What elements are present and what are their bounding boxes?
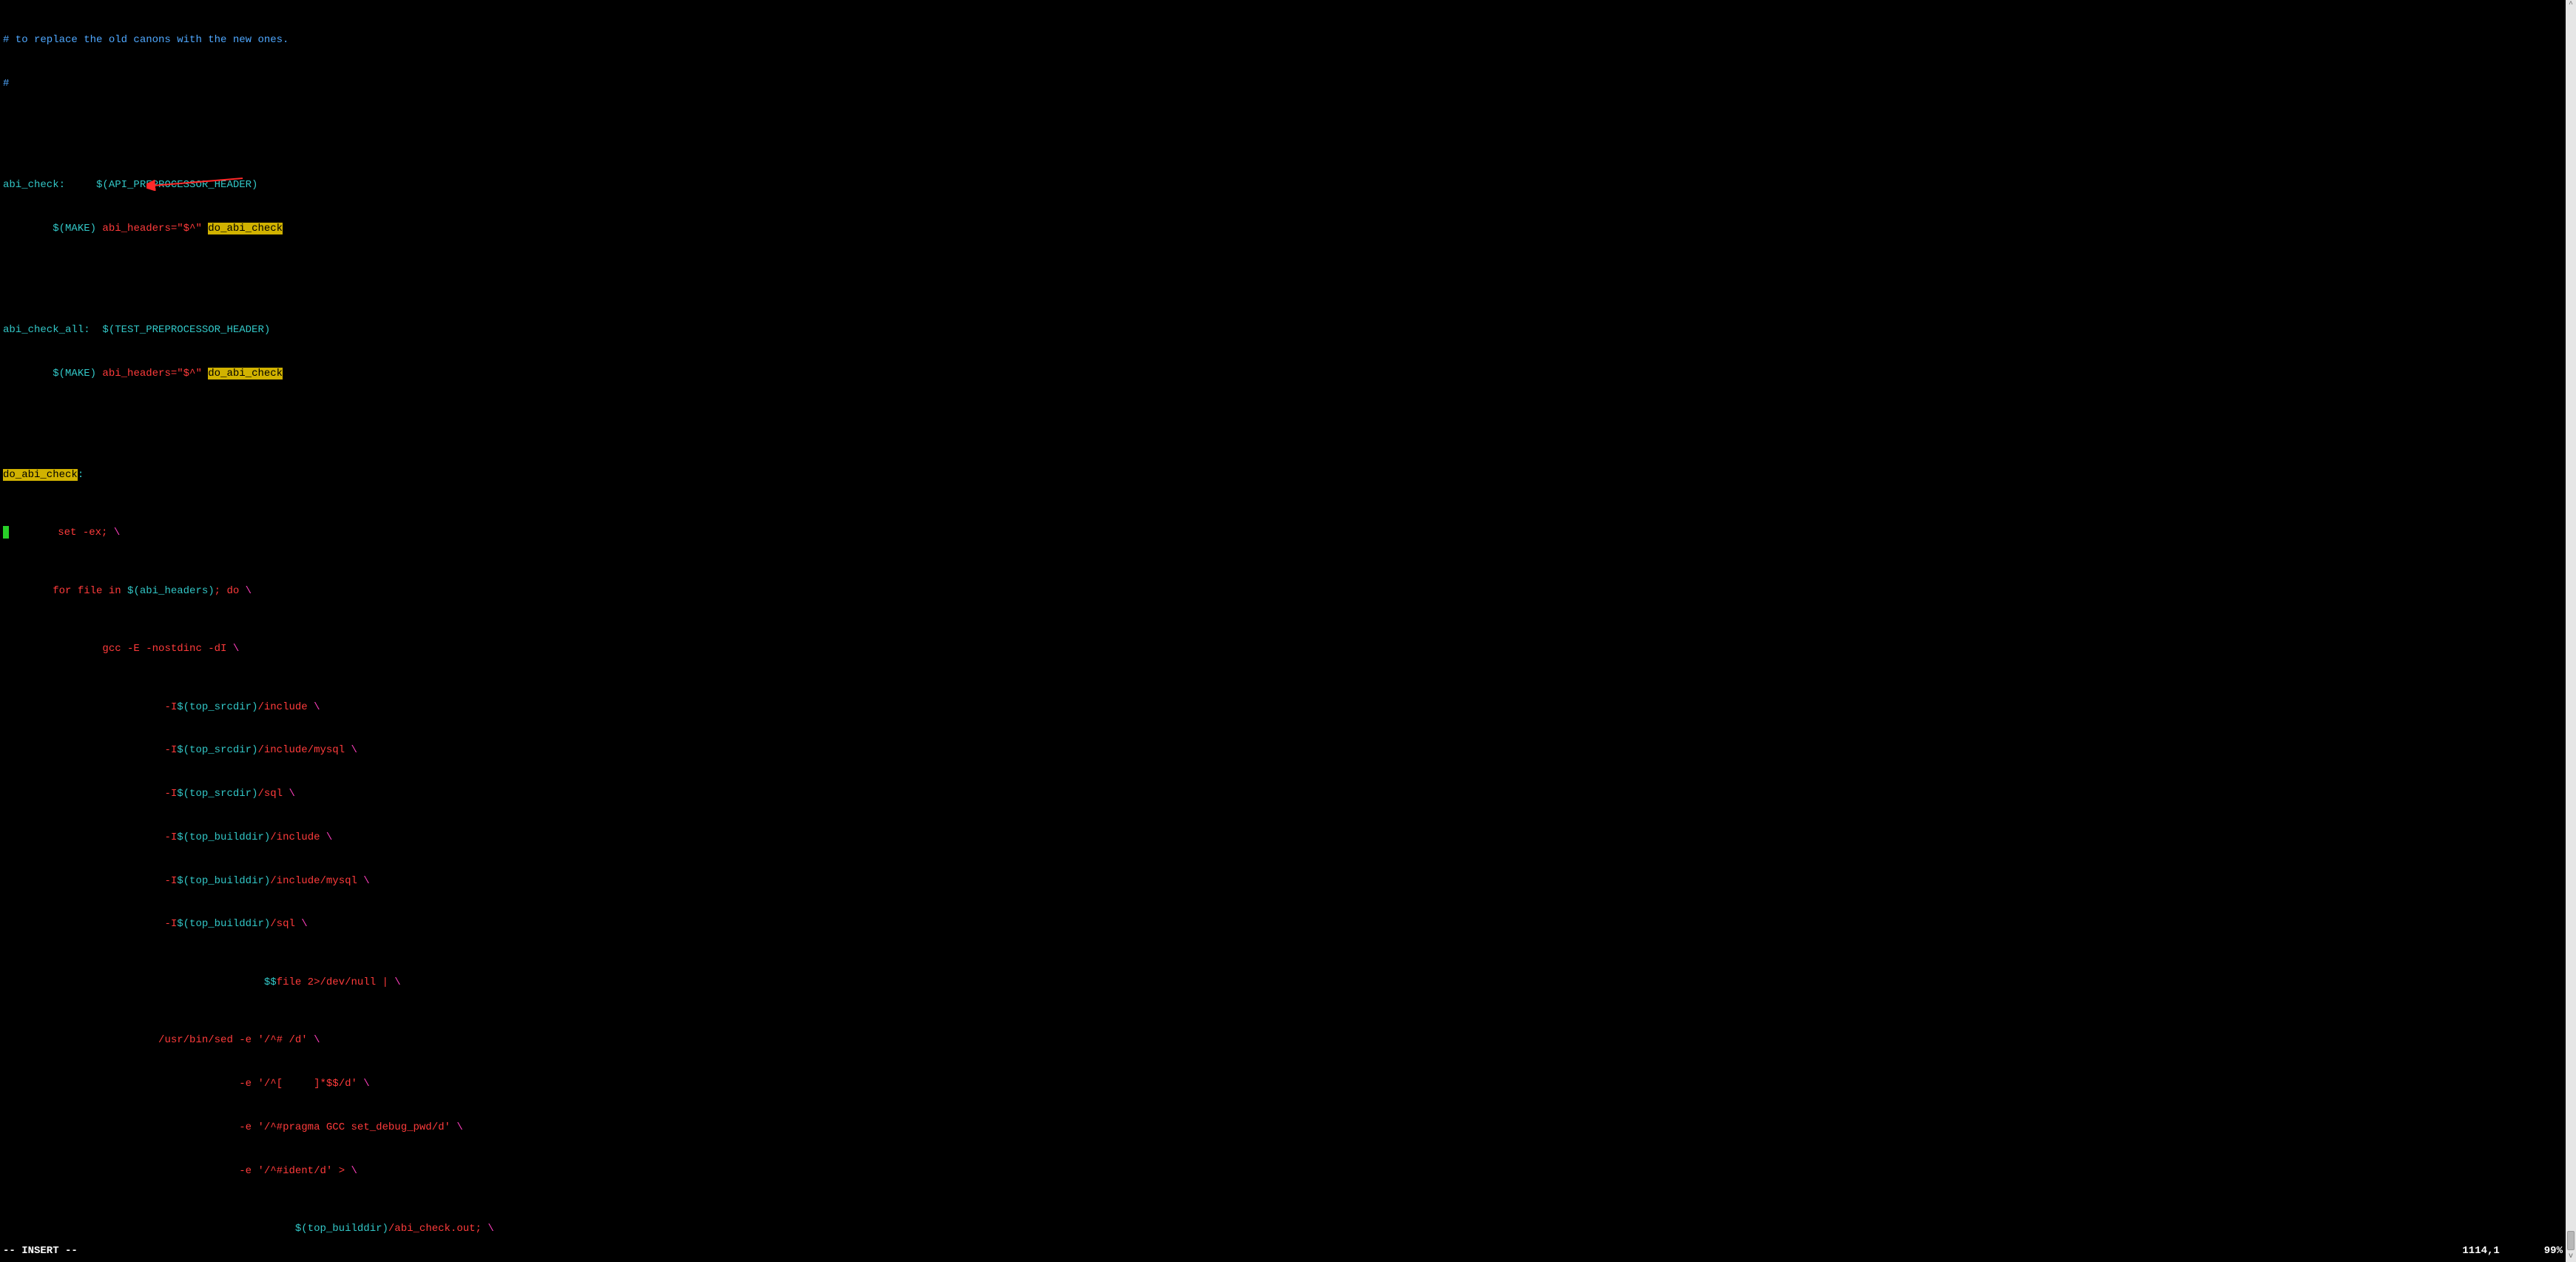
indent <box>3 788 164 800</box>
include-path: /include/mysql <box>270 875 357 887</box>
include-flag: -I <box>164 788 177 800</box>
line-continuation: \ <box>295 918 308 930</box>
out-path: /abi_check.out; <box>388 1223 482 1235</box>
line-continuation: \ <box>357 875 370 887</box>
shell-var: $$ <box>264 976 277 988</box>
scroll-up-button[interactable]: ^ <box>2566 0 2576 10</box>
line-continuation: \ <box>320 831 333 843</box>
indent <box>3 1034 158 1046</box>
indent <box>8 527 58 539</box>
make-cmd: $(MAKE) <box>53 223 96 234</box>
indent <box>3 976 264 988</box>
line-continuation: \ <box>239 585 252 597</box>
include-path: /include <box>257 701 307 713</box>
indent <box>3 744 164 756</box>
vim-scroll-percent: 99% <box>2544 1244 2563 1259</box>
make-var: $(top_srcdir) <box>177 788 257 800</box>
line-continuation: \ <box>482 1223 494 1235</box>
scroll-down-button[interactable]: v <box>2566 1252 2576 1262</box>
indent <box>3 585 53 597</box>
make-deps: $(API_PREPROCESSOR_HEADER) <box>65 179 257 191</box>
make-target: abi_check: <box>3 179 65 191</box>
line-continuation: \ <box>308 701 320 713</box>
terminal-viewport: # to replace the old canons with the new… <box>0 0 2576 1262</box>
indent <box>3 701 164 713</box>
make-var: $(top_srcdir) <box>177 744 257 756</box>
make-deps: $(TEST_PREPROCESSOR_HEADER) <box>90 324 271 336</box>
shell-set: set -ex; <box>58 527 107 539</box>
include-flag: -I <box>164 875 177 887</box>
make-var: $(top_builddir) <box>177 831 270 843</box>
vim-ruler: 1114,1 <box>2462 1244 2543 1259</box>
vertical-scrollbar[interactable]: ^ v <box>2566 0 2576 1262</box>
indent <box>3 1165 239 1177</box>
sed-expr: -e '/^#pragma GCC set_debug_pwd/d' <box>239 1121 451 1133</box>
sed-cmd: /usr/bin/sed <box>158 1034 239 1046</box>
search-match: do_abi_check <box>208 223 283 234</box>
indent <box>3 831 164 843</box>
make-target-colon: : <box>78 469 84 481</box>
search-match: do_abi_check <box>3 469 78 481</box>
make-var: $(top_srcdir) <box>177 701 257 713</box>
sed-expr: -e '/^#ident/d' > <box>239 1165 345 1177</box>
shell-for: for file in <box>53 585 127 597</box>
indent <box>3 875 164 887</box>
indent <box>3 1121 239 1133</box>
include-flag: -I <box>164 918 177 930</box>
comment-line: # <box>3 78 9 90</box>
line-continuation: \ <box>107 527 120 539</box>
shell-for: ; do <box>215 585 240 597</box>
make-target: abi_check_all: <box>3 324 90 336</box>
line-continuation: \ <box>226 643 239 655</box>
indent <box>3 643 102 655</box>
indent <box>3 918 164 930</box>
include-flag: -I <box>164 701 177 713</box>
sed-expr: -e '/^[ ]*$$/d' <box>239 1078 357 1090</box>
make-var: $(abi_headers) <box>127 585 215 597</box>
editor-area[interactable]: # to replace the old canons with the new… <box>0 0 2576 1262</box>
scroll-thumb[interactable] <box>2567 1231 2575 1250</box>
include-path: /include/mysql <box>257 744 345 756</box>
make-assign: abi_headers="$^" <box>96 223 208 234</box>
line-continuation: \ <box>345 1165 357 1177</box>
make-var: $(top_builddir) <box>177 918 270 930</box>
include-path: /sql <box>257 788 283 800</box>
make-cmd: $(MAKE) <box>53 368 96 379</box>
line-continuation: \ <box>308 1034 320 1046</box>
vim-mode: -- INSERT -- <box>3 1244 78 1259</box>
make-assign: abi_headers="$^" <box>96 368 208 379</box>
gcc-flags: -E -nostdinc -dI <box>127 643 226 655</box>
line-continuation: \ <box>388 976 401 988</box>
shell-file: file 2>/dev/null | <box>277 976 388 988</box>
make-var: $(top_builddir) <box>177 875 270 887</box>
vim-status-bar: -- INSERT -- 1114,1 99% <box>0 1244 2566 1262</box>
line-continuation: \ <box>345 744 357 756</box>
sed-expr: -e '/^# /d' <box>239 1034 307 1046</box>
include-flag: -I <box>164 744 177 756</box>
line-continuation: \ <box>283 788 295 800</box>
include-path: /sql <box>270 918 295 930</box>
search-match: do_abi_check <box>208 368 283 379</box>
indent <box>3 1078 239 1090</box>
include-flag: -I <box>164 831 177 843</box>
include-path: /include <box>270 831 320 843</box>
line-continuation: \ <box>451 1121 463 1133</box>
comment-line: # to replace the old canons with the new… <box>3 34 289 46</box>
make-var: $(top_builddir) <box>295 1223 388 1235</box>
gcc-cmd: gcc <box>102 643 127 655</box>
indent <box>3 1223 295 1235</box>
line-continuation: \ <box>357 1078 370 1090</box>
